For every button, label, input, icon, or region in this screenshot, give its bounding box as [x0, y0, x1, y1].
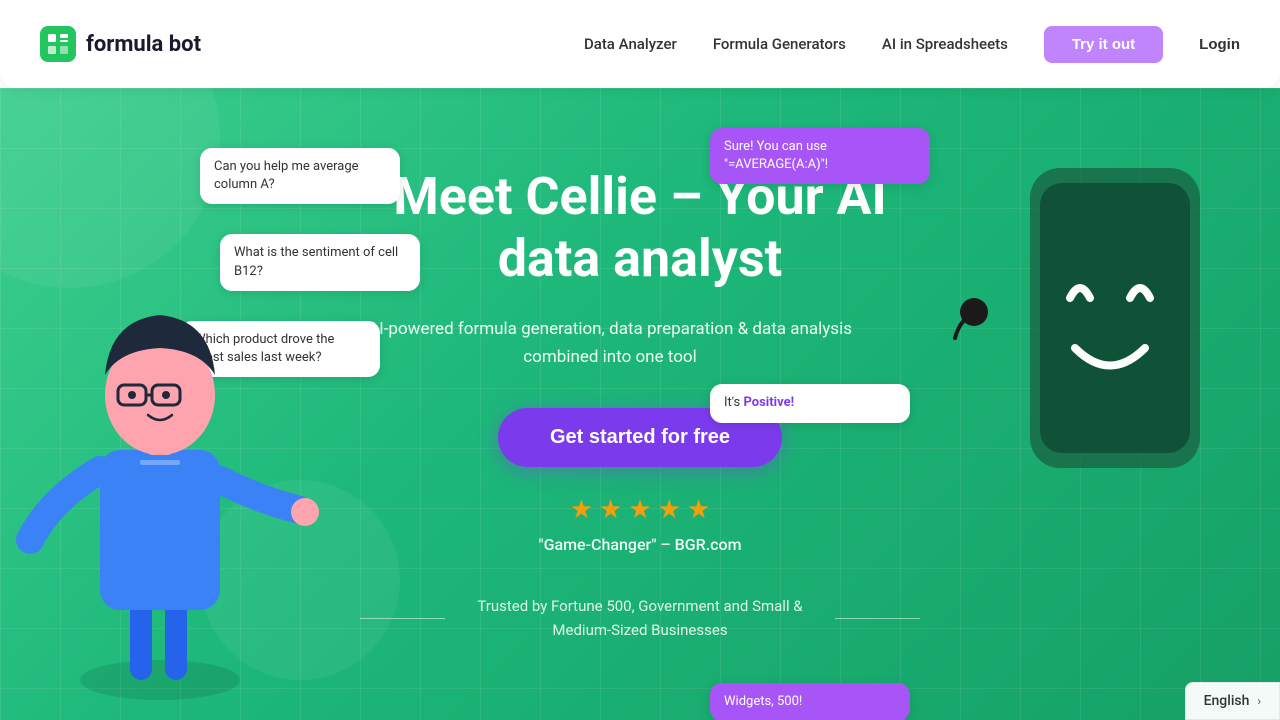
robot-illustration — [980, 138, 1240, 518]
chat-bubble-right-3: Widgets, 500! — [710, 683, 910, 720]
login-button[interactable]: Login — [1199, 36, 1240, 53]
star-5: ★ — [687, 495, 710, 525]
chat-bubbles-right: Sure! You can use "=AVERAGE(A:A)"! It's … — [710, 128, 930, 720]
language-selector[interactable]: English › — [1185, 682, 1280, 720]
star-3: ★ — [628, 495, 651, 525]
star-1: ★ — [570, 495, 593, 525]
hero-section: Can you help me average column A? What i… — [0, 88, 1280, 720]
chat-bubble-1: Can you help me average column A? — [200, 148, 400, 204]
try-it-out-button[interactable]: Try it out — [1044, 26, 1163, 63]
chat-bubble-right-2: It's Positive! — [710, 384, 910, 422]
positive-word: Positive! — [744, 395, 795, 410]
chevron-right-icon: › — [1257, 694, 1261, 708]
logo-text: formula bot — [86, 32, 201, 57]
star-2: ★ — [599, 495, 622, 525]
language-label: English — [1204, 693, 1250, 709]
nav-ai-spreadsheets[interactable]: AI in Spreadsheets — [882, 35, 1008, 53]
nav-data-analyzer[interactable]: Data Analyzer — [584, 35, 677, 53]
logo-icon — [40, 26, 76, 62]
chat-bubble-right-1: Sure! You can use "=AVERAGE(A:A)"! — [710, 128, 930, 184]
logo[interactable]: formula bot — [40, 26, 201, 62]
nav: Data Analyzer Formula Generators AI in S… — [584, 26, 1240, 63]
star-4: ★ — [658, 495, 681, 525]
nav-formula-generators[interactable]: Formula Generators — [713, 35, 846, 53]
header: formula bot Data Analyzer Formula Genera… — [0, 0, 1280, 88]
character-illustration — [0, 220, 320, 720]
